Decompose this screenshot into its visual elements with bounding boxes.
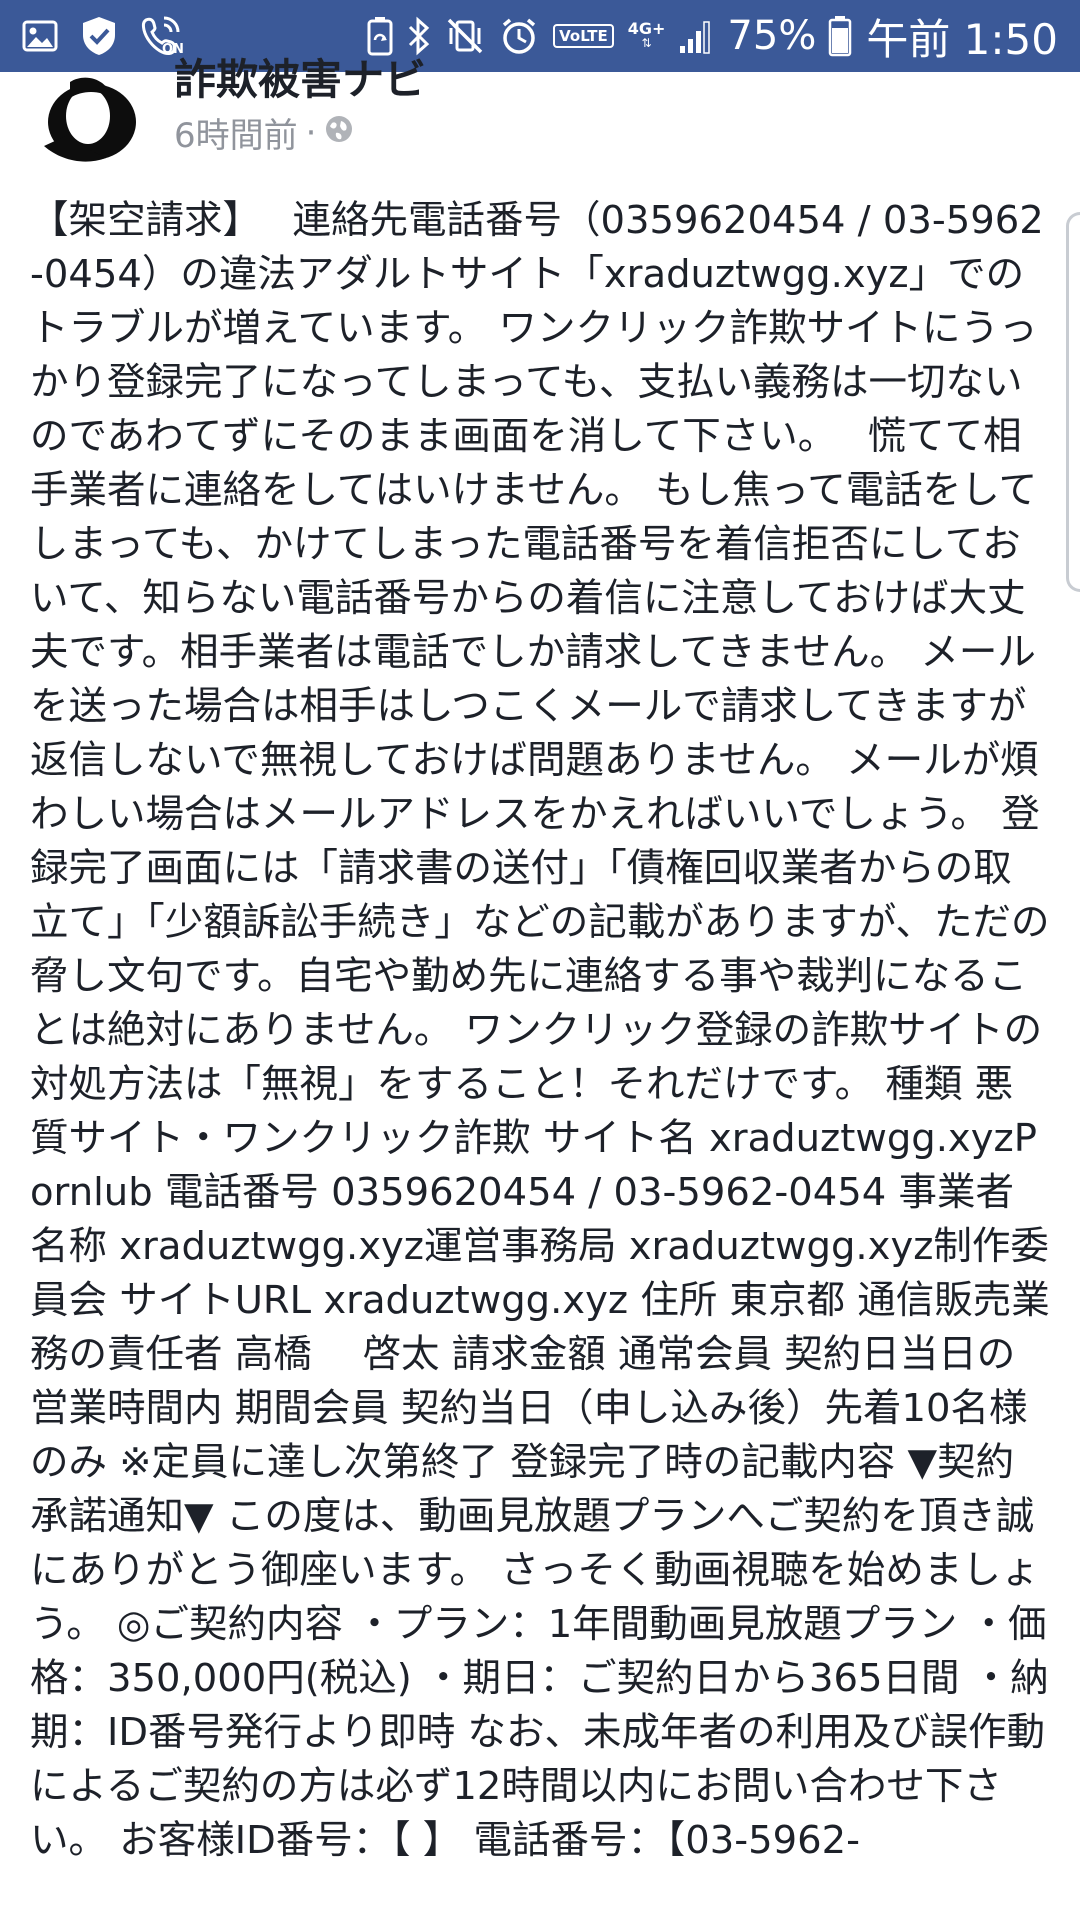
vibrate-mute-icon bbox=[445, 16, 485, 56]
clock: 午前 1:50 bbox=[866, 14, 1058, 64]
volte-label: VoLTE bbox=[559, 27, 608, 45]
author-name[interactable]: 詐欺被害ナビ bbox=[174, 46, 426, 107]
avatar[interactable] bbox=[40, 76, 140, 166]
alarm-icon bbox=[499, 16, 539, 56]
post-body-text: 【架空請求】 連絡先電話番号（0359620454 / 03-5962-0454… bbox=[30, 198, 1050, 1863]
meta-separator: · bbox=[305, 112, 317, 153]
volte-icon: VoLTE bbox=[553, 24, 614, 48]
network-label: 4G+ bbox=[627, 19, 666, 38]
image-icon bbox=[22, 20, 58, 52]
post-meta: 6時間前 · bbox=[174, 108, 354, 157]
post-header: 詐欺被害ナビ 6時間前 · bbox=[0, 55, 1080, 172]
battery-percent: 75% bbox=[727, 13, 817, 59]
shield-check-icon bbox=[80, 15, 118, 57]
scroll-handle[interactable] bbox=[1066, 212, 1080, 592]
network-4g-icon: 4G+ ⇅ bbox=[627, 19, 666, 51]
status-bar-right: VoLTE 4G+ ⇅ 75% 午前 1:50 bbox=[367, 6, 1058, 67]
battery-icon bbox=[828, 15, 852, 57]
signal-icon bbox=[679, 18, 713, 54]
post-time[interactable]: 6時間前 bbox=[174, 108, 298, 157]
globe-icon bbox=[324, 113, 354, 153]
status-bar: ON VoLTE 4G+ ⇅ 75% 午前 1:50 bbox=[0, 0, 1080, 72]
